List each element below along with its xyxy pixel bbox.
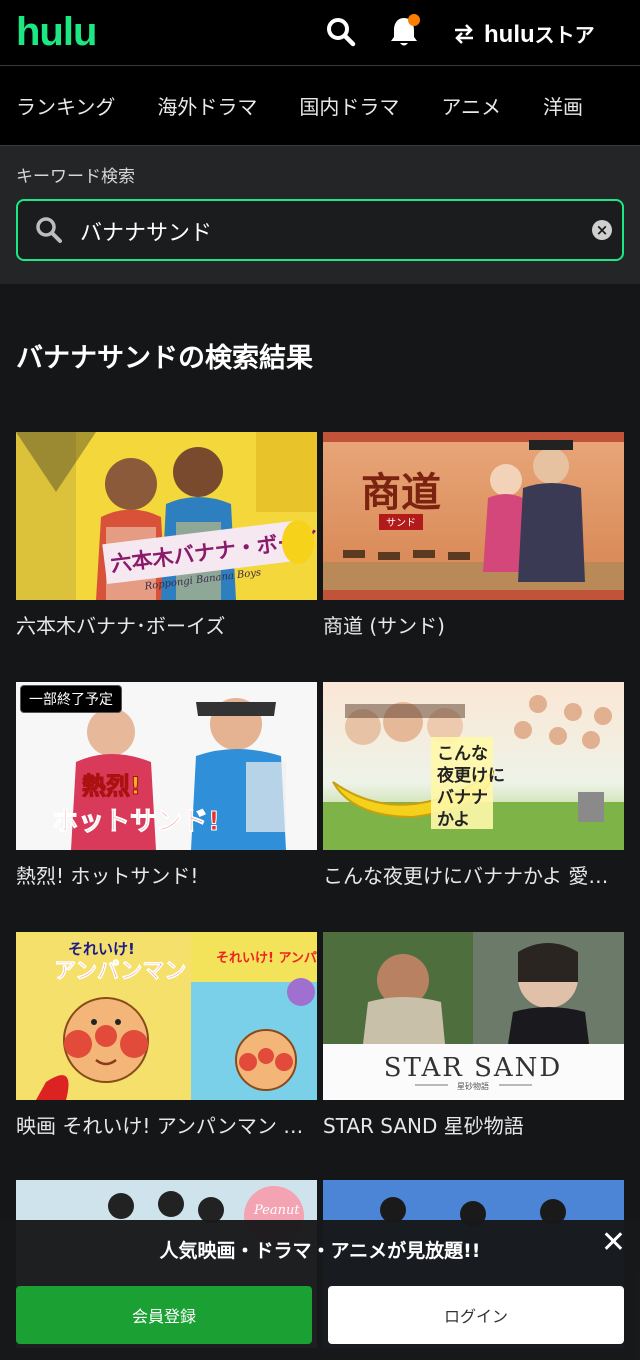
svg-text:夜更けに: 夜更けに: [436, 765, 505, 786]
result-card[interactable]: STAR SAND 星砂物語 STAR SAND 星砂物語: [323, 932, 624, 1139]
results-title: バナナサンドの検索結果: [16, 343, 313, 374]
switch-arrows-icon: [455, 24, 473, 44]
thumbnail[interactable]: 商道 サンド: [323, 432, 624, 600]
thumbnail[interactable]: 六本木バナナ・ボーイズ Roppongi Banana Boys: [16, 432, 317, 600]
search-input[interactable]: [78, 211, 582, 251]
result-title[interactable]: STAR SAND 星砂物語: [323, 1110, 624, 1139]
top-header: hulu huluストア: [0, 0, 640, 66]
notification-bell-icon[interactable]: [386, 14, 422, 50]
nav-item-western-movies[interactable]: 洋画: [543, 91, 583, 120]
svg-text:バナナ: バナナ: [437, 788, 488, 808]
thumb-title-text: 商道: [361, 469, 441, 516]
thumbnail[interactable]: STAR SAND 星砂物語: [323, 932, 624, 1100]
thumb-title-text: それいけ! アンパンマン: [216, 951, 317, 966]
nav-item-domestic-drama[interactable]: 国内ドラマ: [299, 91, 399, 120]
keyword-search-box: ×: [16, 199, 624, 261]
signup-banner: 人気映画・ドラマ・アニメが見放題!! ✕ 会員登録 ログイン: [0, 1220, 640, 1360]
keyword-search-label: キーワード検索: [16, 167, 135, 187]
result-title[interactable]: こんな夜更けにバナナかよ 愛しき実話: [323, 860, 624, 889]
result-card[interactable]: それいけ! アンパンマン それいけ! アンパンマン 映画 それいけ! アンパンマ…: [16, 932, 317, 1139]
store-logo-text: hulu: [484, 21, 535, 48]
banner-message: 人気映画・ドラマ・アニメが見放題!!: [159, 1240, 481, 1262]
thumbnail[interactable]: こんな 夜更けに バナナ かよ: [323, 682, 624, 850]
keyword-search-section: キーワード検索 ×: [0, 146, 640, 284]
svg-text:こんな: こんな: [437, 744, 488, 764]
category-nav: ランキング 海外ドラマ 国内ドラマ アニメ 洋画: [0, 66, 640, 146]
nav-item-foreign-drama[interactable]: 海外ドラマ: [157, 91, 257, 120]
close-icon[interactable]: ✕: [601, 1228, 626, 1258]
result-title[interactable]: 商道 (サンド): [323, 610, 624, 639]
svg-text:アンパンマン: アンパンマン: [54, 959, 186, 984]
result-card[interactable]: 熱烈! ホットサンド! 一部終了予定 熱烈! ホットサンド!: [16, 682, 317, 889]
hulu-store-link[interactable]: huluストア: [452, 18, 595, 50]
result-card[interactable]: 商道 サンド 商道 (サンド): [323, 432, 624, 639]
register-button[interactable]: 会員登録: [16, 1286, 312, 1344]
thumb-subtitle-text: サンド: [386, 517, 416, 529]
svg-text:かよ: かよ: [437, 810, 470, 830]
store-suffix: ストア: [534, 25, 595, 47]
notification-dot: [408, 14, 420, 26]
ending-soon-badge: 一部終了予定: [20, 685, 122, 713]
nav-item-ranking[interactable]: ランキング: [16, 91, 115, 120]
thumbnail[interactable]: 熱烈! ホットサンド! 一部終了予定: [16, 682, 317, 850]
search-icon[interactable]: [323, 14, 359, 50]
result-title[interactable]: 映画 それいけ! アンパンマン ブルブルの宝探し大冒険!: [16, 1110, 317, 1139]
thumb-title-text: Peanut: [253, 1203, 300, 1218]
svg-text:それいけ!: それいけ!: [68, 940, 135, 958]
nav-item-anime[interactable]: アニメ: [441, 91, 501, 120]
clear-search-icon[interactable]: ×: [592, 220, 612, 240]
result-title[interactable]: 六本木バナナ･ボーイズ: [16, 610, 317, 639]
thumb-subtitle-text: 星砂物語: [457, 1081, 489, 1091]
result-card[interactable]: こんな 夜更けに バナナ かよ こんな夜更けにバナナかよ 愛しき実話: [323, 682, 624, 889]
thumb-title-text: ホットサンド!: [52, 807, 220, 837]
search-field-icon: [34, 215, 64, 249]
result-card[interactable]: 六本木バナナ・ボーイズ Roppongi Banana Boys 六本木バナナ･…: [16, 432, 317, 639]
thumb-title-text: STAR SAND: [384, 1053, 563, 1083]
svg-text:熱烈!: 熱烈!: [82, 772, 141, 800]
thumbnail[interactable]: それいけ! アンパンマン それいけ! アンパンマン: [16, 932, 317, 1100]
result-title[interactable]: 熱烈! ホットサンド!: [16, 860, 317, 889]
hulu-logo[interactable]: hulu: [16, 10, 97, 54]
login-button[interactable]: ログイン: [328, 1286, 624, 1344]
